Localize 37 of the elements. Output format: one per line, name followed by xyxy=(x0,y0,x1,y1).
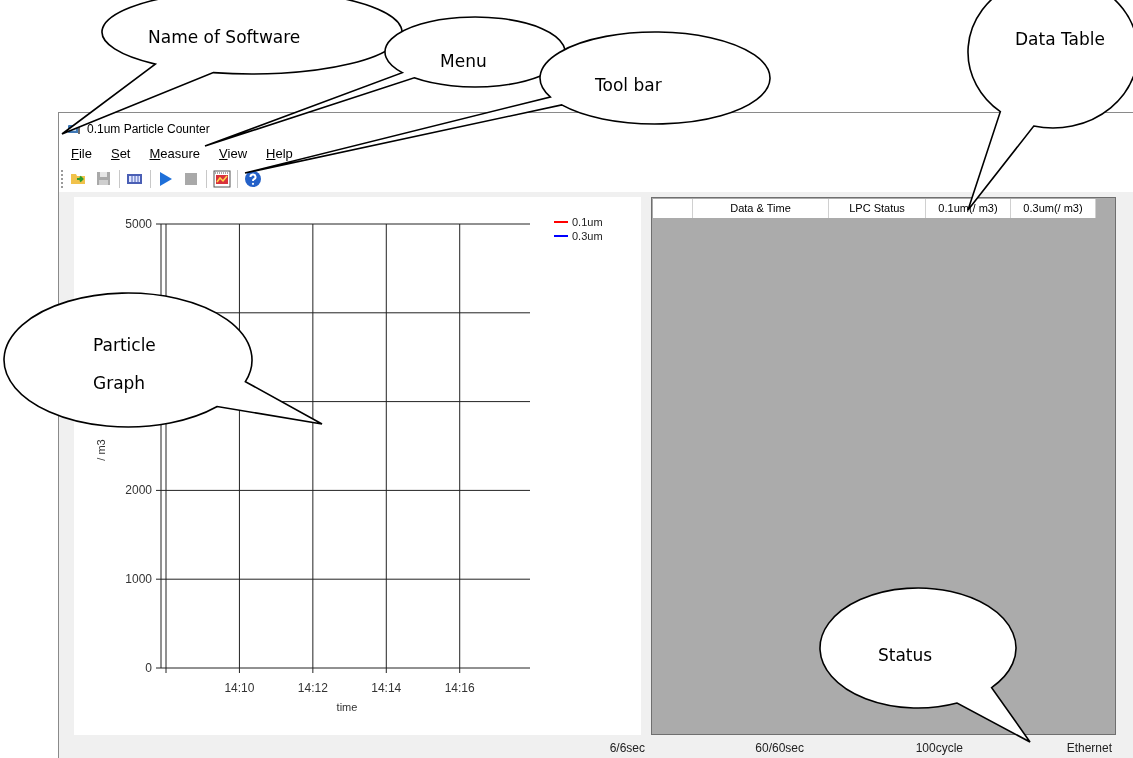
stop-icon xyxy=(182,170,200,188)
x-tick-label: 14:10 xyxy=(224,681,255,695)
corner-cell xyxy=(653,199,693,218)
x-tick-label: 14:16 xyxy=(444,681,475,695)
film-chart-icon xyxy=(213,170,231,188)
menu-item[interactable]: Set xyxy=(110,145,131,161)
y-axis-title: / m3 xyxy=(95,439,107,461)
help-icon xyxy=(244,170,262,188)
callout-label: Status xyxy=(878,644,934,667)
x-tick-label: 14:14 xyxy=(371,681,402,695)
x-tick-label: 14:12 xyxy=(297,681,328,695)
status-text: Ethernet xyxy=(1065,739,1112,757)
y-tick-label: 1000 xyxy=(125,572,152,587)
y-tick-label: 0 xyxy=(145,661,152,675)
status-text: 100cycle xyxy=(914,739,963,757)
status-text: 6/6sec xyxy=(608,739,645,757)
callout-label: Tool bar xyxy=(595,74,663,97)
window-title: 0.1um Particle Counter xyxy=(87,120,210,138)
menu-item[interactable]: View xyxy=(219,145,248,161)
callout-label: Name of Software xyxy=(148,26,302,49)
column-header[interactable]: 0.3um(/ m3) xyxy=(1011,199,1096,218)
column-header[interactable]: LPC Status xyxy=(829,199,926,218)
status-text: 60/60sec xyxy=(754,739,804,757)
y-tick-label: 5000 xyxy=(125,217,152,231)
x-axis-title: time xyxy=(336,701,358,713)
film-chart-button[interactable] xyxy=(212,169,232,189)
callout-label: Menu xyxy=(440,50,488,73)
column-header[interactable]: 0.1um(/ m3) xyxy=(926,199,1011,218)
legend-label: 0.3um xyxy=(572,230,603,242)
y-tick-label: 2000 xyxy=(125,483,152,498)
menu-item[interactable]: Measure xyxy=(149,145,201,161)
column-header[interactable]: Data & Time xyxy=(693,199,829,218)
callout-label: Particle Graph xyxy=(93,334,157,395)
menu-item[interactable]: File xyxy=(71,145,92,161)
callout-label: Data Table xyxy=(1015,28,1106,51)
menu-item[interactable]: Help xyxy=(266,145,293,161)
legend-label: 0.1um xyxy=(572,216,603,228)
